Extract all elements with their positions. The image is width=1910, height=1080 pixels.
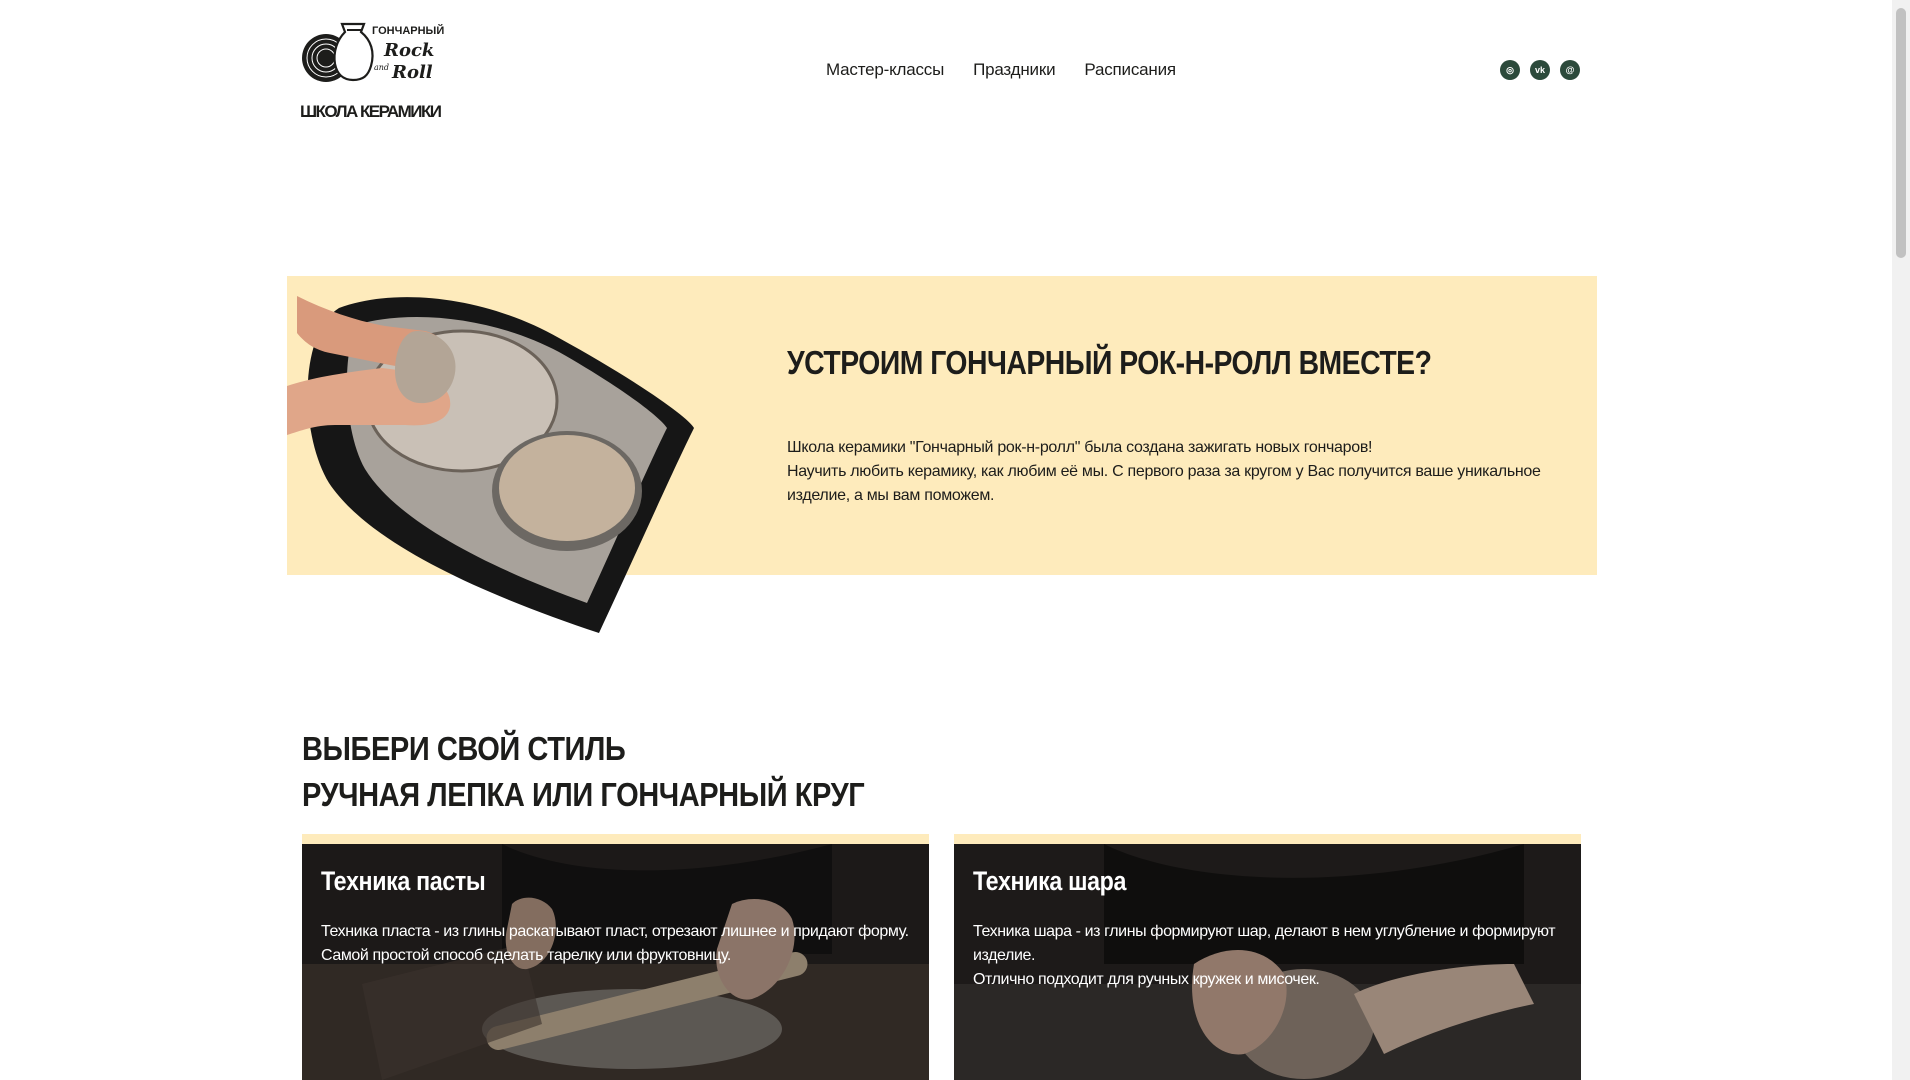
hero-title: УСТРОИМ ГОНЧАРНЫЙ РОК-Н-РОЛЛ ВМЕСТЕ? xyxy=(787,344,1432,381)
card-description: Техника шара - из глины формируют шар, д… xyxy=(973,920,1573,992)
hero-paragraph-2: Научить любить керамику, как любим её мы… xyxy=(787,463,1541,504)
section-title-line2: РУЧНАЯ ЛЕПКА ИЛИ ГОНЧАРНЫЙ КРУГ xyxy=(302,776,865,813)
logo-line5: ШКОЛА КЕРАМИКИ xyxy=(300,102,442,121)
logo[interactable]: ГОНЧАРНЫЙ Rock and Roll ШКОЛА КЕРАМИКИ xyxy=(300,20,445,122)
hero-paragraph-1: Школа керамики "Гончарный рок-н-ролл" бы… xyxy=(787,439,1373,456)
section-title-line1: ВЫБЕРИ СВОЙ СТИЛЬ xyxy=(302,730,626,767)
main-nav: Мастер-классы Праздники Расписания xyxy=(826,60,1176,80)
logo-line1: ГОНЧАРНЫЙ xyxy=(372,24,444,37)
svg-text:Rock: Rock xyxy=(383,40,434,61)
card-slab-technique[interactable]: Техника пасты Техника пласта - из глины … xyxy=(302,834,929,1080)
social-links: ◎ vk @ xyxy=(1500,60,1580,80)
nav-holidays[interactable]: Праздники xyxy=(973,60,1055,80)
card-text-line2: Самой простой способ сделать тарелку или… xyxy=(321,947,731,964)
svg-text:Roll: Roll xyxy=(391,62,433,83)
nav-master-classes[interactable]: Мастер-классы xyxy=(826,60,944,80)
instagram-icon[interactable]: ◎ xyxy=(1500,60,1520,80)
nav-schedule[interactable]: Расписания xyxy=(1084,60,1176,80)
card-description: Техника пласта - из глины раскатывают пл… xyxy=(321,920,921,968)
section-title: ВЫБЕРИ СВОЙ СТИЛЬ РУЧНАЯ ЛЕПКА ИЛИ ГОНЧА… xyxy=(302,726,865,818)
card-pinch-technique[interactable]: Техника шара Техника шара - из глины фор… xyxy=(954,834,1581,1080)
email-icon[interactable]: @ xyxy=(1560,60,1580,80)
card-text-line1: Техника шара - из глины формируют шар, д… xyxy=(973,923,1556,964)
card-text-line2: Отлично подходит для ручных кружек и мис… xyxy=(973,971,1320,988)
card-text-line1: Техника пласта - из глины раскатывают пл… xyxy=(321,923,909,940)
svg-text:and: and xyxy=(374,63,389,72)
card-title: Техника шара xyxy=(973,866,1127,896)
hero-description: Школа керамики "Гончарный рок-н-ролл" бы… xyxy=(787,436,1577,508)
card-accent-bar xyxy=(302,834,929,844)
card-title: Техника пасты xyxy=(321,866,486,896)
scrollbar-thumb[interactable] xyxy=(1896,8,1906,258)
vk-icon[interactable]: vk xyxy=(1530,60,1550,80)
page-scrollbar[interactable] xyxy=(1892,0,1910,1080)
card-accent-bar xyxy=(954,834,1581,844)
pottery-wheel-image xyxy=(287,296,694,633)
